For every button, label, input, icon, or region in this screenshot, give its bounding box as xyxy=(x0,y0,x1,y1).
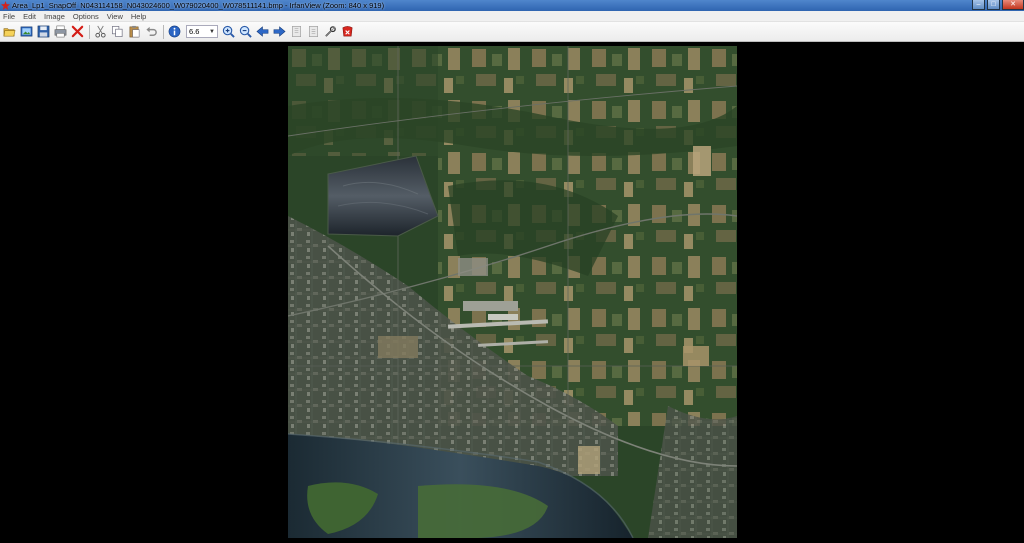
image-viewport[interactable] xyxy=(0,42,1024,543)
paste-button[interactable] xyxy=(127,24,142,39)
last-page-button[interactable] xyxy=(306,24,321,39)
title-bar[interactable]: Area_Lp1_SnapOff_N043114158_N043024600_W… xyxy=(0,0,1024,11)
cut-icon xyxy=(95,25,106,38)
open-button[interactable] xyxy=(2,24,17,39)
copy-button[interactable] xyxy=(110,24,125,39)
aerial-map-graphic xyxy=(288,46,737,538)
toolbar: 6.6 ▼ xyxy=(0,22,1024,42)
menu-edit[interactable]: Edit xyxy=(23,11,36,22)
delete-icon xyxy=(71,25,84,38)
slideshow-button[interactable] xyxy=(19,24,34,39)
irfanview-app-icon[interactable] xyxy=(1,1,10,10)
undo-icon xyxy=(146,26,157,36)
next-icon xyxy=(273,26,286,37)
info-icon xyxy=(168,25,181,38)
copy-icon xyxy=(112,26,123,37)
last-page-icon xyxy=(308,26,319,37)
satellite-image xyxy=(288,46,737,538)
menu-image[interactable]: Image xyxy=(44,11,65,22)
menu-bar: File Edit Image Options View Help xyxy=(0,11,1024,22)
exit-icon xyxy=(342,26,353,37)
window-title: Area_Lp1_SnapOff_N043114158_N043024600_W… xyxy=(12,1,385,10)
delete-button[interactable] xyxy=(70,24,85,39)
cut-button[interactable] xyxy=(93,24,108,39)
menu-help[interactable]: Help xyxy=(131,11,146,22)
info-button[interactable] xyxy=(167,24,182,39)
previous-icon xyxy=(256,26,269,37)
maximize-button[interactable]: □ xyxy=(987,0,1000,10)
minimize-button[interactable]: – xyxy=(972,0,985,10)
zoom-level-select[interactable]: 6.6 ▼ xyxy=(186,25,218,38)
first-page-button[interactable] xyxy=(289,24,304,39)
print-button[interactable] xyxy=(53,24,68,39)
settings-button[interactable] xyxy=(323,24,338,39)
window-controls: – □ ✕ xyxy=(970,0,1024,11)
open-folder-icon xyxy=(3,28,16,37)
menu-view[interactable]: View xyxy=(107,11,123,22)
zoom-in-icon xyxy=(222,25,235,38)
menu-file[interactable]: File xyxy=(3,11,15,22)
chevron-down-icon: ▼ xyxy=(209,28,215,35)
close-button[interactable]: ✕ xyxy=(1002,0,1024,10)
next-button[interactable] xyxy=(272,24,287,39)
zoom-out-button[interactable] xyxy=(238,24,253,39)
save-button[interactable] xyxy=(36,24,51,39)
toolbar-separator xyxy=(89,24,90,39)
settings-icon xyxy=(325,26,336,37)
zoom-out-icon xyxy=(239,25,252,38)
toolbar-separator xyxy=(163,24,164,39)
slideshow-icon xyxy=(20,26,33,37)
zoom-in-button[interactable] xyxy=(221,24,236,39)
paste-icon xyxy=(129,25,140,38)
first-page-icon xyxy=(291,26,302,37)
print-icon xyxy=(54,25,67,38)
save-icon xyxy=(37,25,50,38)
menu-options[interactable]: Options xyxy=(73,11,99,22)
zoom-level-value: 6.6 xyxy=(189,27,200,36)
exit-button[interactable] xyxy=(340,24,355,39)
undo-button[interactable] xyxy=(144,24,159,39)
previous-button[interactable] xyxy=(255,24,270,39)
